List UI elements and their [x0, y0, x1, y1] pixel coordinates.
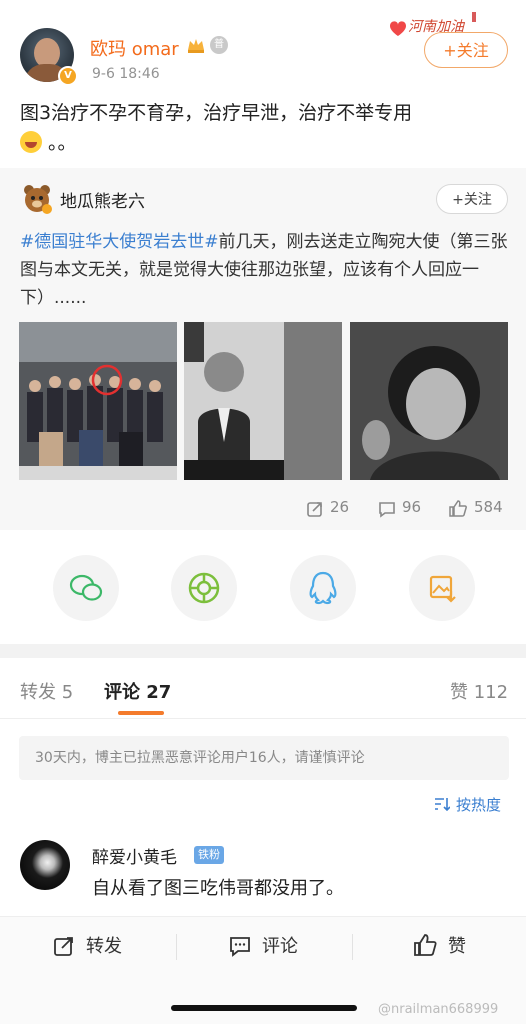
like-icon[interactable] — [448, 499, 468, 518]
repost-action-icon[interactable] — [52, 934, 76, 958]
post-text-line1: 图3治疗不孕不育孕，治疗早泄，治疗不举专用 — [20, 102, 413, 124]
home-indicator — [171, 1005, 357, 1011]
post-time: 9-6 18:46 — [92, 66, 160, 82]
crown-icon — [188, 39, 204, 53]
repost-author-name[interactable]: 地瓜熊老六 — [60, 187, 145, 212]
repost-image-1[interactable] — [19, 322, 177, 480]
bottom-separator — [352, 934, 353, 960]
commenter-avatar[interactable] — [20, 840, 70, 890]
author-name[interactable]: 欧玛 omar — [90, 35, 179, 61]
follow-button[interactable]: +关注 — [424, 32, 508, 68]
comment-action-icon[interactable] — [228, 934, 252, 958]
save-image-icon — [429, 575, 456, 603]
watermark: @nrailman668999 — [378, 1002, 499, 1017]
bear-avatar-icon[interactable] — [22, 183, 52, 215]
repost-follow-button[interactable]: +关注 — [436, 184, 508, 214]
post-text: 图3治疗不孕不育孕，治疗早泄，治疗不举专用 。。 — [20, 98, 506, 158]
wechat-icon — [69, 574, 103, 601]
repost-image-3[interactable] — [350, 322, 508, 480]
repost-icon[interactable] — [306, 500, 324, 518]
like-count[interactable]: 584 — [474, 498, 503, 516]
share-wechat-button[interactable] — [53, 555, 119, 621]
verified-badge: V — [58, 66, 78, 86]
comment-text: 自从看了图三吃伟哥都没用了。 — [92, 878, 344, 899]
tab-likes[interactable]: 赞 112 — [450, 678, 508, 704]
qq-icon — [309, 571, 337, 605]
fan-badge: 铁粉 — [194, 846, 224, 864]
section-divider — [0, 644, 526, 658]
tabs-divider — [0, 718, 526, 719]
repost-count[interactable]: 26 — [330, 498, 349, 516]
comment-icon[interactable] — [378, 500, 396, 518]
share-qq-button[interactable] — [290, 555, 356, 621]
save-image-button[interactable] — [409, 555, 475, 621]
laughing-tears-icon — [20, 131, 42, 153]
moments-icon — [188, 572, 220, 604]
bottom-separator — [176, 934, 177, 960]
medal-icon: 普 — [210, 36, 228, 54]
sort-by-hot[interactable]: 按热度 — [456, 794, 501, 815]
repost-action-button[interactable]: 转发 — [86, 932, 122, 958]
tab-reposts[interactable]: 转发 5 — [20, 678, 73, 704]
active-tab-indicator — [118, 711, 164, 715]
like-action-button[interactable]: 赞 — [448, 932, 466, 958]
commenter-name[interactable]: 醉爱小黄毛 — [92, 843, 177, 868]
comment-notice: 30天内，博主已拉黑恶意评论用户16人，请谨慎评论 — [19, 736, 509, 780]
sort-icon[interactable] — [434, 797, 450, 811]
repost-text: #德国驻华大使贺岩去世#前几天，刚去送走立陶宛大使（第三张图与本文无关，就是觉得… — [20, 228, 510, 312]
like-action-icon[interactable] — [412, 932, 438, 958]
post-text-line2: 。。 — [48, 132, 77, 154]
tab-comments[interactable]: 评论 27 — [104, 678, 171, 704]
comment-count[interactable]: 96 — [402, 498, 421, 516]
comment-action-button[interactable]: 评论 — [262, 932, 298, 958]
repost-image-2[interactable] — [184, 322, 342, 480]
share-moments-button[interactable] — [171, 555, 237, 621]
hashtag-link[interactable]: #德国驻华大使贺岩去世# — [20, 232, 219, 252]
